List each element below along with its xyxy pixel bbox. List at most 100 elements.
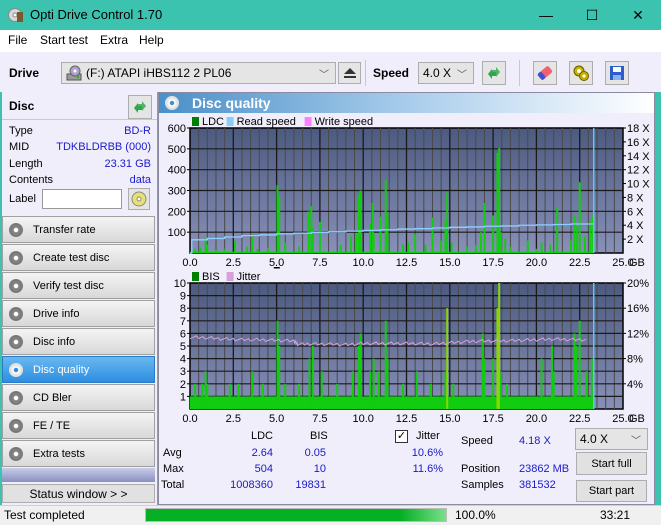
disc-refresh-button[interactable] xyxy=(128,95,152,119)
bis-bar xyxy=(578,320,581,409)
bis-bar xyxy=(311,346,314,409)
ldc-bar xyxy=(583,236,586,253)
nav-drive-info[interactable]: Drive info xyxy=(2,300,155,327)
erase-button[interactable] xyxy=(533,61,557,85)
test-speed-select[interactable]: 4.0 X ﹀ xyxy=(575,428,648,450)
nav-create-test-disc[interactable]: Create test disc xyxy=(2,244,155,271)
x-tick-label: 12.5 xyxy=(396,413,417,425)
menu-extra[interactable]: Extra xyxy=(100,33,128,47)
ldc-bar xyxy=(372,234,375,253)
bis-baseline xyxy=(190,396,594,409)
ldc-bar xyxy=(450,242,453,253)
x-tick-label: 0.0 xyxy=(182,413,197,425)
ldc-bar xyxy=(424,244,427,253)
nav-label: Drive info xyxy=(33,307,80,320)
y2-tick-label: 12 X xyxy=(627,165,650,177)
drive-select[interactable]: (F:) ATAPI iHBS112 2 PL06 ﹀ xyxy=(61,62,336,84)
disc-icon xyxy=(9,362,23,377)
nav-extra-tests[interactable]: Extra tests xyxy=(2,440,155,467)
speed-stat-value: 4.18 X xyxy=(519,435,551,447)
status-window-button[interactable]: Status window > > xyxy=(2,484,155,503)
ldc-bar xyxy=(386,213,389,253)
save-button[interactable] xyxy=(605,61,629,85)
ldc-bar xyxy=(310,206,313,253)
bis-bar xyxy=(194,383,197,409)
y2-tick-label: 4 X xyxy=(627,220,644,232)
y2-tick-label: 16% xyxy=(627,303,649,315)
disc-icon xyxy=(9,418,23,433)
maximize-button[interactable]: ☐ xyxy=(569,0,615,30)
ldc-bar xyxy=(504,238,507,253)
y-tick-label: 1 xyxy=(180,391,186,403)
x-tick-label: 7.5 xyxy=(312,413,327,425)
bis-bar xyxy=(492,358,495,409)
minimize-icon: — xyxy=(539,7,553,23)
stats-max-ldc: 504 xyxy=(254,463,273,475)
bis-bar xyxy=(237,383,240,409)
menu-file[interactable]: File xyxy=(8,33,27,47)
bis-bar xyxy=(585,371,588,409)
y2-tick-label: 12% xyxy=(627,328,649,340)
bis-bar xyxy=(206,383,209,409)
minimize-button[interactable]: — xyxy=(523,0,569,30)
ldc-bar xyxy=(570,240,573,253)
jitter-checkbox[interactable]: ✓ xyxy=(395,430,408,443)
ldc-bar xyxy=(589,221,592,253)
drive-value: (F:) ATAPI iHBS112 2 PL06 xyxy=(86,66,232,80)
ldc-bar xyxy=(355,234,358,253)
ldc-bar xyxy=(540,242,543,253)
ldc-bar xyxy=(339,244,342,253)
ldc-bar xyxy=(496,153,499,253)
ldc-bar xyxy=(379,216,382,253)
eject-button[interactable] xyxy=(338,62,361,84)
stats-total-ldc: 1008360 xyxy=(230,479,273,491)
nav-transfer-rate[interactable]: Transfer rate xyxy=(2,216,155,243)
disc-mid-label: MID xyxy=(9,141,30,153)
nav-label: Disc quality xyxy=(33,363,90,376)
ldc-bar xyxy=(384,180,387,253)
stats-max-label: Max xyxy=(163,463,184,475)
bis-bar xyxy=(483,358,486,409)
disc-label-input[interactable] xyxy=(42,189,122,209)
refresh-button[interactable] xyxy=(482,61,506,85)
disc-type-value: BD-R xyxy=(124,125,151,137)
bis-bar xyxy=(540,358,543,409)
nav-disc-info[interactable]: Disc info xyxy=(2,328,155,355)
nav-fe-te[interactable]: FE / TE xyxy=(2,412,155,439)
y-tick-label: 400 xyxy=(168,165,186,177)
y-tick-label: 200 xyxy=(168,206,186,218)
bis-bar xyxy=(573,333,576,409)
bis-bar xyxy=(552,371,555,409)
bis-bar xyxy=(498,283,501,409)
x-tick-label: 22.5 xyxy=(569,413,590,425)
y2-tick-label: 6 X xyxy=(627,206,644,218)
y2-tick-label: 20% xyxy=(627,278,649,290)
bis-bar xyxy=(308,358,311,409)
y2-tick-label: 10 X xyxy=(627,179,650,191)
menu-start-test[interactable]: Start test xyxy=(40,33,88,47)
bis-bar xyxy=(251,371,254,409)
ldc-bar xyxy=(234,240,237,253)
ldc-bar xyxy=(483,203,486,253)
ldc-bar xyxy=(204,238,207,253)
nav-disc-quality[interactable]: Disc quality xyxy=(2,356,155,383)
legend-swatch xyxy=(226,272,234,281)
bis-bar xyxy=(452,383,455,409)
ldc-bar xyxy=(549,244,552,253)
start-full-button[interactable]: Start full xyxy=(576,452,647,475)
ldc-chart: 0.0 2.5 5.0 7.5 10.0 12.5 15.0 17.5 20.0 22.5 25.0… xyxy=(168,116,651,268)
nav-cd-bler[interactable]: CD Bler xyxy=(2,384,155,411)
nav-verify-test-disc[interactable]: Verify test disc xyxy=(2,272,155,299)
bis-bar xyxy=(278,346,281,409)
progress-fill xyxy=(146,509,446,521)
start-part-button[interactable]: Start part xyxy=(576,480,647,502)
settings-button[interactable] xyxy=(569,61,593,85)
y2-tick-label: 8% xyxy=(627,354,643,366)
menu-help[interactable]: Help xyxy=(139,33,164,47)
speed-select[interactable]: 4.0 X ﹀ xyxy=(418,62,474,84)
close-button[interactable]: ✕ xyxy=(615,0,661,30)
legend-swatch xyxy=(304,117,312,126)
disc-title: Disc xyxy=(9,99,35,113)
bis-bar xyxy=(228,383,231,409)
disc-label-button[interactable] xyxy=(128,188,150,210)
